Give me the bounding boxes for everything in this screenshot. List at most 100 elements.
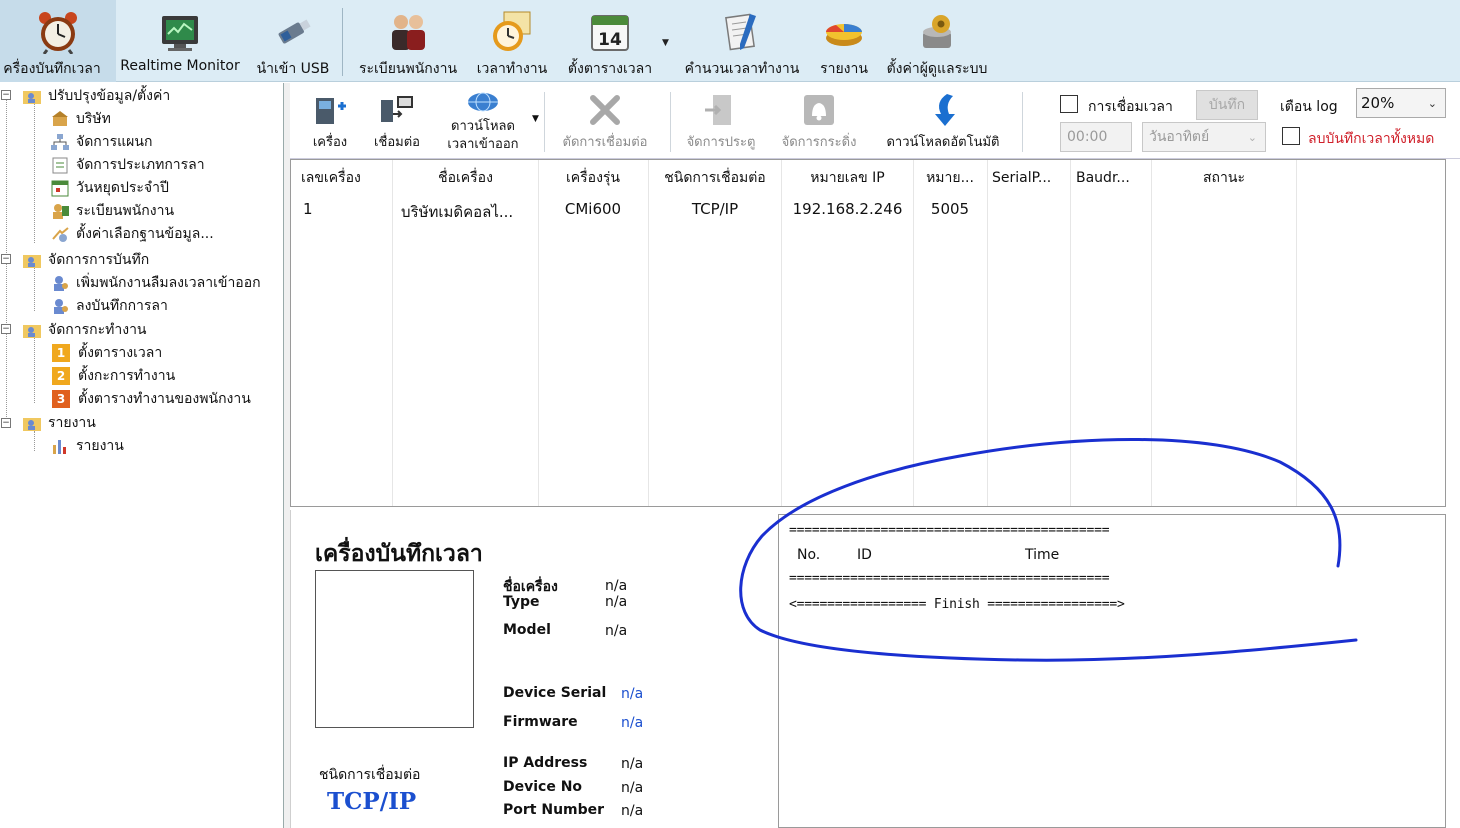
navigation-tree: − ปรับปรุงข้อมูล/ตั้งค่า บริษัท จัดการแผ… — [0, 83, 284, 828]
tree-item-shift-setup[interactable]: 2 ตั้งกะการทำงาน — [52, 365, 175, 387]
machine-label: เครื่อง — [312, 135, 348, 150]
disconnect-x-icon — [590, 95, 620, 125]
sync-time-label: การเชื่อมเวลา — [1088, 99, 1173, 115]
disconnect-button[interactable]: ตัดการเชื่อมต่อ — [558, 88, 652, 156]
download-attendance-button[interactable]: ดาวน์โหลด เวลาเข้าออก — [440, 88, 526, 156]
auto-download-arrow-icon — [935, 94, 955, 126]
column-header-connection-type[interactable]: ชนิดการเชื่อมต่อ — [649, 160, 781, 196]
connect-button[interactable]: เชื่อมต่อ — [366, 88, 428, 156]
holiday-calendar-icon — [51, 180, 69, 197]
download-dropdown-icon[interactable]: ▼ — [532, 114, 539, 124]
ribbon-report-button[interactable]: รายงาน — [810, 0, 878, 82]
ribbon-calculate-button[interactable]: คำนวนเวลาทำงาน — [680, 0, 804, 82]
log-percent-value: 20% — [1361, 94, 1395, 112]
sync-time-checkbox[interactable] — [1060, 95, 1078, 113]
column-header-model[interactable]: เครื่องรุ่น — [539, 160, 647, 196]
tree-collapse-icon[interactable]: − — [1, 324, 11, 334]
tree-item-leave-types[interactable]: จัดการประเภทการลา — [50, 154, 205, 176]
delete-all-label: ลบบันทึกเวลาทั้งหมด — [1308, 131, 1435, 147]
tree-item-add-missing-punch[interactable]: เพิ่มพนักงานลืมลงเวลาเข้าออก — [50, 272, 261, 294]
delete-all-checkbox[interactable] — [1282, 127, 1300, 145]
download-log-panel: ========================================… — [778, 514, 1446, 828]
tree-group-label: รายงาน — [48, 415, 96, 431]
database-settings-icon — [52, 227, 69, 242]
sync-time-input[interactable]: 00:00 — [1060, 122, 1132, 152]
auto-download-label: ดาวน์โหลดอัตโนมัติ — [886, 135, 1000, 150]
employee-card-icon — [53, 204, 69, 219]
calendar-14-icon: 14 — [591, 15, 629, 51]
tree-item-report[interactable]: รายงาน — [50, 435, 124, 457]
tree-collapse-icon[interactable]: − — [1, 418, 11, 428]
log-separator: ========================================… — [789, 523, 1110, 538]
monitor-icon — [162, 16, 198, 51]
column-header-device-no[interactable]: เลขเครื่อง — [301, 160, 391, 196]
tree-item-employee-schedule[interactable]: 3 ตั้งตารางทำงานของพนักงาน — [52, 388, 251, 410]
tree-group-settings[interactable]: ปรับปรุงข้อมูล/ตั้งค่า — [22, 85, 170, 107]
tree-item-employees[interactable]: ระเบียนพนักงาน — [50, 200, 174, 222]
machine-button[interactable]: เครื่อง — [304, 88, 356, 156]
column-header-ip[interactable]: หมายเลข IP — [782, 160, 913, 196]
ribbon-employees-button[interactable]: ระเบียนพนักงาน — [350, 0, 466, 82]
tree-item-label: ตั้งตารางทำงานของพนักงาน — [78, 391, 251, 407]
bell-button[interactable]: จัดการกระดิ่ง — [776, 88, 862, 156]
ribbon-realtime-monitor-button[interactable]: Realtime Monitor — [116, 0, 244, 82]
download-label-line1: ดาวน์โหลด — [451, 119, 515, 134]
tree-connector-line — [34, 337, 35, 403]
sync-day-select[interactable]: วันอาทิตย์ ⌄ — [1142, 122, 1266, 152]
cell-connection-type: TCP/IP — [691, 200, 739, 218]
column-header-status[interactable]: สถานะ — [1152, 160, 1296, 196]
tree-item-label: เพิ่มพนักงานลืมลงเวลาเข้าออก — [76, 275, 261, 291]
tree-item-holidays[interactable]: วันหยุดประจำปี — [50, 177, 169, 199]
tree-group-reports[interactable]: รายงาน — [22, 412, 96, 434]
log-column-no: No. — [797, 547, 821, 563]
save-sync-button[interactable]: บันทึก — [1196, 90, 1258, 120]
tree-item-timetable[interactable]: 1 ตั้งตารางเวลา — [52, 342, 162, 364]
log-percent-select[interactable]: 20% ⌄ — [1356, 88, 1446, 118]
number-2-icon: 2 — [52, 367, 70, 385]
bar-chart-icon — [53, 440, 66, 454]
org-chart-icon — [51, 134, 69, 150]
tree-item-database[interactable]: ตั้งค่าเลือกฐานข้อมูล... — [50, 223, 214, 245]
ribbon-import-usb-label: นำเข้า USB — [256, 61, 330, 77]
ribbon-calculate-label: คำนวนเวลาทำงาน — [684, 61, 800, 77]
tree-item-label: รายงาน — [76, 438, 124, 454]
column-divider — [1296, 160, 1297, 506]
device-serial-value: n/a — [621, 686, 644, 702]
tree-group-shifts[interactable]: จัดการกะทำงาน — [22, 319, 147, 341]
cell-status — [1152, 200, 1296, 222]
connect-pc-icon — [381, 96, 413, 122]
bell-icon — [804, 95, 834, 125]
tree-item-departments[interactable]: จัดการแผนก — [50, 131, 152, 153]
cell-ip: 192.168.2.246 — [792, 200, 903, 218]
tree-collapse-icon[interactable]: − — [1, 90, 11, 100]
number-3-icon: 3 — [52, 390, 70, 408]
ribbon-work-time-button[interactable]: เวลาทำงาน — [468, 0, 556, 82]
ribbon-admin-settings-button[interactable]: ตั้งค่าผู้ดูแลระบบ — [880, 0, 994, 82]
tree-item-label: ลงบันทึกการลา — [76, 298, 168, 314]
tree-item-company[interactable]: บริษัท — [50, 108, 111, 130]
tree-collapse-icon[interactable]: − — [1, 254, 11, 264]
toolbar-separator — [670, 92, 671, 152]
schedule-dropdown-icon[interactable]: ▼ — [662, 38, 669, 48]
column-header-device-name[interactable]: ชื่อเครื่อง — [393, 160, 538, 196]
door-button[interactable]: จัดการประตู — [682, 88, 760, 156]
company-icon — [52, 111, 68, 126]
ribbon-schedule-button[interactable]: 14 ตั้งตารางเวลา — [560, 0, 660, 82]
column-header-serial-port[interactable]: SerialP... — [992, 160, 1068, 196]
auto-download-button[interactable]: ดาวน์โหลดอัตโนมัติ — [880, 88, 1006, 156]
port-number-label: Port Number — [503, 802, 605, 818]
tree-item-record-leave[interactable]: ลงบันทึกการลา — [50, 295, 168, 317]
column-header-baudrate[interactable]: Baudr... — [1076, 160, 1150, 196]
column-header-port[interactable]: หมาย... — [914, 160, 986, 196]
ribbon-import-usb-button[interactable]: นำเข้า USB — [248, 0, 338, 82]
ribbon-time-recorder-button[interactable]: ครื่องบันทึกเวลา — [0, 0, 116, 82]
ip-address-label: IP Address — [503, 755, 588, 771]
device-photo-placeholder — [315, 570, 474, 728]
alarm-clock-icon — [39, 12, 77, 54]
device-info-title: เครื่องบันทึกเวลา — [315, 541, 483, 567]
number-1-icon: 1 — [52, 344, 70, 362]
chevron-down-icon: ⌄ — [1247, 130, 1257, 144]
folder-users-icon — [23, 325, 41, 338]
tree-group-records[interactable]: จัดการการบันทึก — [22, 249, 149, 271]
log-separator: ========================================… — [789, 571, 1110, 586]
